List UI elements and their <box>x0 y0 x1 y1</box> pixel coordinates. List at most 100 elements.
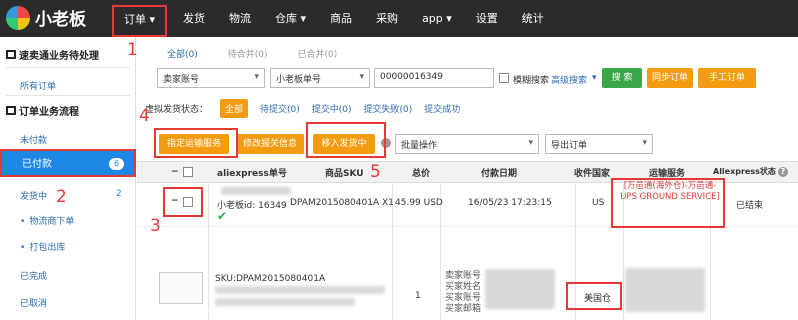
xlb-id: 小老板id: 16349 <box>217 201 287 211</box>
logo-icon <box>6 5 30 30</box>
redacted-order-no <box>221 187 291 195</box>
chevron-down-icon: ▾ <box>592 73 597 83</box>
chevron-down-icon: ▾ <box>642 138 647 148</box>
redacted-buyer-info <box>485 269 555 309</box>
sidebar-item-pack-out[interactable]: 打包出库 <box>20 240 65 253</box>
sidebar-item-cancelled[interactable]: 已取消 <box>20 296 47 309</box>
row2-qty: 1 <box>415 291 421 301</box>
row-status: 已结束 <box>736 201 764 211</box>
collapse-icon[interactable]: − <box>171 167 179 177</box>
col-sku: 商品SKU <box>325 169 364 179</box>
select-value: 小老板单号 <box>276 75 322 85</box>
row-sku: DPAM2015080401A X1 <box>290 198 394 208</box>
sidebar-section-pending: 速卖通业务待处理 <box>6 47 99 62</box>
virtual-status-filter: 虚拟发货状态： 全部 待提交(0) 提交中(0) 提交失败(0) 提交成功 <box>145 99 460 118</box>
sidebar-item-paid[interactable]: 已付款 6 <box>0 149 136 177</box>
nav-item-shipping[interactable]: 发货 <box>171 0 217 37</box>
status-all[interactable]: 全部 <box>220 99 249 118</box>
nav-item-purchase[interactable]: 采购 <box>364 0 410 37</box>
nav-item-logistics[interactable]: 物流 <box>217 0 263 37</box>
chevron-down-icon: ▾ <box>528 138 533 148</box>
export-orders-select[interactable]: 导出订单 ▾ <box>545 134 653 154</box>
status-success[interactable]: 提交成功 <box>424 102 460 115</box>
col-country: 收件国家 <box>574 169 611 179</box>
sidebar-section-label: 订单业务流程 <box>19 107 79 118</box>
nav-item-stats[interactable]: 统计 <box>510 0 556 37</box>
count-badge: 6 <box>109 158 124 170</box>
nav-item-settings[interactable]: 设置 <box>464 0 510 37</box>
fuzzy-search-checkbox[interactable] <box>499 73 509 83</box>
row2-sku: SKU:DPAM2015080401A <box>215 274 326 284</box>
sidebar-item-logistics-order[interactable]: 物流商下单 <box>20 214 74 227</box>
annotation-3: 3 <box>150 216 161 236</box>
col-status-label: Aliexpress状态 <box>713 167 776 176</box>
sidebar: 速卖通业务待处理 所有订单 订单业务流程 未付款 已付款 6 发货中 2 物流商下… <box>0 37 136 320</box>
search-input[interactable]: 00000016349 <box>374 68 494 88</box>
annotation-4: 4 <box>139 106 150 126</box>
app-name: 小老板 <box>35 10 86 30</box>
select-value: 批量操作 <box>401 141 438 151</box>
chevron-down-icon: ▾ <box>359 72 364 82</box>
batch-operation-select[interactable]: 批量操作 ▾ <box>395 134 539 154</box>
chevron-down-icon: ▾ <box>254 72 259 82</box>
row-pay-date: 16/05/23 17:23:15 <box>468 198 552 208</box>
order-tabs: 全部(0) 待合并(0) 已合并(0) <box>167 47 337 60</box>
shipping-count: 2 <box>116 189 122 199</box>
col-total: 总价 <box>412 169 431 179</box>
row-country: US <box>592 198 605 208</box>
annotation-box <box>306 122 386 158</box>
sidebar-item-label: 已付款 <box>22 159 52 170</box>
select-value: 卖家账号 <box>163 75 200 85</box>
section-icon <box>6 106 16 115</box>
nav-item-app[interactable]: app ▾ <box>410 0 464 37</box>
redacted-shipping-info <box>625 268 705 312</box>
sync-orders-button[interactable]: 同步订单 <box>647 68 693 88</box>
nav-item-products[interactable]: 商品 <box>318 0 364 37</box>
order-no-type-select[interactable]: 小老板单号 ▾ <box>270 68 370 88</box>
redacted-product-name <box>215 298 355 306</box>
col-order-no: aliexpress单号 <box>217 169 287 179</box>
status-failed[interactable]: 提交失败(0) <box>364 102 413 115</box>
main-nav: 订单 ▾ 发货 物流 仓库 ▾ 商品 采购 app ▾ 设置 统计 <box>112 0 556 37</box>
virtual-status-label: 虚拟发货状态： <box>145 105 209 115</box>
help-icon[interactable]: ? <box>777 167 788 177</box>
divider <box>6 95 130 96</box>
advanced-search-link[interactable]: 高级搜索 <box>551 73 587 86</box>
col-pay-date: 付款日期 <box>481 169 518 179</box>
annotation-5: 5 <box>370 162 381 182</box>
table-row-detail: SKU:DPAM2015080401A 1 卖家账号 买家姓名 买家账号 买家邮… <box>137 228 798 320</box>
tab-all[interactable]: 全部(0) <box>167 47 198 60</box>
fuzzy-search-label: 模糊搜索 <box>513 76 550 86</box>
select-value: 导出订单 <box>551 141 588 151</box>
annotation-box <box>611 178 725 228</box>
tab-merged[interactable]: 已合并(0) <box>298 47 338 60</box>
annotation-1: 1 <box>127 40 138 60</box>
sidebar-item-shipping[interactable]: 发货中 <box>20 189 47 202</box>
status-pending[interactable]: 待提交(0) <box>260 102 300 115</box>
redacted-product-name <box>215 286 385 294</box>
annotation-box <box>566 282 622 310</box>
product-thumbnail <box>159 272 203 304</box>
select-all-checkbox[interactable] <box>183 167 193 177</box>
status-submitting[interactable]: 提交中(0) <box>312 102 352 115</box>
sidebar-item-unpaid[interactable]: 未付款 <box>20 133 47 146</box>
section-icon <box>6 50 16 59</box>
nav-item-orders[interactable]: 订单 ▾ <box>112 5 168 37</box>
edit-customs-button[interactable]: 修改报关信息 <box>236 134 304 154</box>
nav-item-warehouse[interactable]: 仓库 ▾ <box>263 0 318 37</box>
manual-order-button[interactable]: 手工订单 <box>698 68 756 88</box>
row-total: 45.99 USD <box>395 198 443 208</box>
search-button[interactable]: 搜 索 <box>602 68 642 88</box>
divider <box>6 67 130 68</box>
annotation-box <box>163 187 203 217</box>
sidebar-section-label: 速卖通业务待处理 <box>19 51 99 62</box>
sidebar-item-done[interactable]: 已完成 <box>20 269 47 282</box>
col-status: Aliexpress状态? <box>713 166 788 177</box>
seller-account-select[interactable]: 卖家账号 ▾ <box>157 68 265 88</box>
sidebar-item-all-orders[interactable]: 所有订单 <box>20 79 56 92</box>
check-icon: ✔ <box>217 209 228 223</box>
tab-pending-merge[interactable]: 待合并(0) <box>228 47 268 60</box>
top-navbar: 小老板 订单 ▾ 发货 物流 仓库 ▾ 商品 采购 app ▾ 设置 统计 <box>0 0 798 37</box>
logo[interactable]: 小老板 <box>6 5 86 30</box>
annotation-box <box>154 128 238 158</box>
